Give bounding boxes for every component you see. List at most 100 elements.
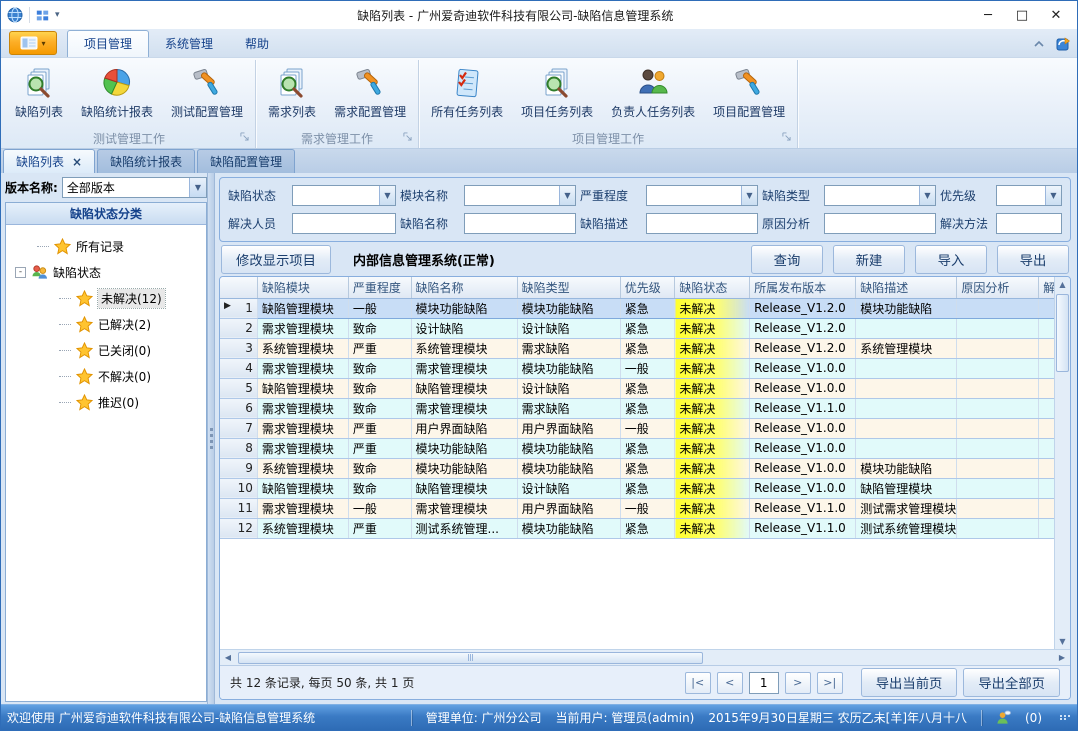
ribbon-tab[interactable]: 帮助 — [229, 31, 285, 57]
modify-display-items-button[interactable]: 修改显示项目 — [221, 245, 331, 274]
panel-splitter[interactable] — [207, 173, 215, 704]
table-cell: 模块功能缺陷 — [856, 298, 957, 318]
dropdown-caret-icon[interactable]: ▼ — [919, 186, 935, 205]
dialog-launcher-icon[interactable] — [240, 130, 249, 144]
scroll-left-icon[interactable]: ◀ — [220, 650, 236, 665]
ribbon-tab[interactable]: 系统管理 — [149, 31, 229, 57]
ribbon-button[interactable]: 项目任务列表 — [513, 62, 601, 123]
page-number-input[interactable] — [749, 672, 779, 694]
first-page-button[interactable]: |< — [685, 672, 711, 694]
ribbon-button[interactable]: 缺陷列表 — [7, 62, 71, 123]
tree-node[interactable]: 所有记录 — [10, 233, 202, 259]
column-header[interactable]: 优先级 — [620, 277, 675, 298]
filter-input[interactable] — [292, 213, 396, 234]
application-menu-button[interactable]: ▾ — [9, 31, 57, 55]
table-row[interactable]: 5缺陷管理模块致命缺陷管理模块设计缺陷紧急未解决Release_V1.0.0 — [220, 378, 1054, 398]
column-header[interactable]: 解决方法 — [1039, 277, 1054, 298]
tree-node[interactable]: 推迟(0) — [10, 389, 202, 415]
help-icon[interactable] — [1055, 36, 1071, 52]
scroll-right-icon[interactable]: ▶ — [1054, 650, 1070, 665]
close-button[interactable]: ✕ — [1039, 4, 1073, 26]
version-select[interactable]: 全部版本 ▼ — [62, 177, 207, 198]
filter-input[interactable] — [996, 213, 1062, 234]
filter-input[interactable] — [824, 213, 936, 234]
messages-person-icon[interactable] — [996, 710, 1011, 725]
table-row[interactable]: 10缺陷管理模块致命缺陷管理模块设计缺陷紧急未解决Release_V1.0.0缺… — [220, 478, 1054, 498]
resize-grip[interactable] — [1060, 715, 1071, 720]
collapse-ribbon-icon[interactable] — [1033, 40, 1045, 48]
ribbon-button[interactable]: 负责人任务列表 — [603, 62, 703, 123]
next-page-button[interactable]: > — [785, 672, 811, 694]
filter-input[interactable] — [464, 213, 576, 234]
tree-node[interactable]: 已解决(2) — [10, 311, 202, 337]
tree-node[interactable]: 不解决(0) — [10, 363, 202, 389]
column-header[interactable]: 原因分析 — [957, 277, 1039, 298]
app-globe-icon[interactable] — [7, 7, 23, 23]
column-header[interactable]: 缺陷类型 — [517, 277, 620, 298]
column-header[interactable]: 缺陷描述 — [856, 277, 957, 298]
document-tab[interactable]: 缺陷列表× — [3, 149, 95, 173]
last-page-button[interactable]: >| — [817, 672, 843, 694]
filter-select[interactable]: ▼ — [824, 185, 936, 206]
scroll-up-icon[interactable]: ▲ — [1055, 277, 1070, 292]
table-row[interactable]: 8需求管理模块严重模块功能缺陷模块功能缺陷紧急未解决Release_V1.0.0 — [220, 438, 1054, 458]
scroll-down-icon[interactable]: ▼ — [1055, 634, 1070, 649]
table-row[interactable]: 6需求管理模块致命需求管理模块需求缺陷紧急未解决Release_V1.1.0 — [220, 398, 1054, 418]
maximize-button[interactable]: □ — [1005, 4, 1039, 26]
export-current-page-button[interactable]: 导出当前页 — [861, 668, 958, 697]
filter-select[interactable]: ▼ — [464, 185, 576, 206]
version-select-caret-icon[interactable]: ▼ — [189, 178, 206, 197]
column-header[interactable]: 缺陷名称 — [411, 277, 517, 298]
tree-node[interactable]: 已关闭(0) — [10, 337, 202, 363]
tree-node[interactable]: 未解决(12) — [10, 285, 202, 311]
dropdown-caret-icon[interactable]: ▼ — [1045, 186, 1061, 205]
dropdown-caret-icon[interactable]: ▼ — [559, 186, 575, 205]
table-row[interactable]: 2需求管理模块致命设计缺陷设计缺陷紧急未解决Release_V1.2.0 — [220, 318, 1054, 338]
tree-expander[interactable]: - — [15, 267, 26, 278]
ribbon-tab[interactable]: 项目管理 — [67, 30, 149, 57]
ribbon-button[interactable]: 需求配置管理 — [326, 62, 414, 123]
filter-select[interactable]: ▼ — [996, 185, 1062, 206]
table-cell: 一般 — [620, 418, 675, 438]
table-row[interactable]: 11需求管理模块一般需求管理模块用户界面缺陷一般未解决Release_V1.1.… — [220, 498, 1054, 518]
vertical-scroll-thumb[interactable] — [1056, 294, 1069, 372]
column-header[interactable]: 缺陷模块 — [257, 277, 348, 298]
filter-select[interactable]: ▼ — [292, 185, 396, 206]
toolbar-button-新建[interactable]: 新建 — [833, 245, 905, 274]
close-tab-icon[interactable]: × — [72, 155, 82, 169]
minimize-button[interactable]: ─ — [971, 4, 1005, 26]
filter-input[interactable] — [646, 213, 758, 234]
export-all-pages-button[interactable]: 导出全部页 — [963, 668, 1060, 697]
table-row[interactable]: 3系统管理模块严重系统管理模块需求缺陷紧急未解决Release_V1.2.0系统… — [220, 338, 1054, 358]
toolbar-button-导出[interactable]: 导出 — [997, 245, 1069, 274]
column-header[interactable]: 所属发布版本 — [750, 277, 856, 298]
column-header[interactable]: 缺陷状态 — [675, 277, 750, 298]
filter-select[interactable]: ▼ — [646, 185, 758, 206]
ribbon-button[interactable]: 需求列表 — [260, 62, 324, 123]
document-tab[interactable]: 缺陷配置管理 — [197, 149, 295, 173]
dialog-launcher-icon[interactable] — [403, 130, 412, 144]
column-header[interactable]: 严重程度 — [348, 277, 411, 298]
table-row[interactable]: 12系统管理模块严重测试系统管理...模块功能缺陷紧急未解决Release_V1… — [220, 518, 1054, 538]
table-row[interactable]: 4需求管理模块致命需求管理模块模块功能缺陷一般未解决Release_V1.0.0 — [220, 358, 1054, 378]
dialog-launcher-icon[interactable] — [782, 130, 791, 144]
ribbon-button[interactable]: 项目配置管理 — [705, 62, 793, 123]
horizontal-scroll-thumb[interactable] — [238, 652, 703, 664]
horizontal-scrollbar[interactable]: ◀ ▶ — [220, 649, 1070, 665]
quick-access-grid-icon[interactable] — [36, 9, 49, 22]
ribbon-button[interactable]: 所有任务列表 — [423, 62, 511, 123]
prev-page-button[interactable]: < — [717, 672, 743, 694]
toolbar-button-导入[interactable]: 导入 — [915, 245, 987, 274]
table-row[interactable]: 9系统管理模块致命模块功能缺陷模块功能缺陷紧急未解决Release_V1.0.0… — [220, 458, 1054, 478]
ribbon-button[interactable]: 缺陷统计报表 — [73, 62, 161, 123]
dropdown-caret-icon[interactable]: ▼ — [379, 186, 395, 205]
version-label: 版本名称: — [5, 179, 58, 196]
ribbon-button[interactable]: 测试配置管理 — [163, 62, 251, 123]
table-row[interactable]: 7需求管理模块严重用户界面缺陷用户界面缺陷一般未解决Release_V1.0.0 — [220, 418, 1054, 438]
tree-node[interactable]: -缺陷状态 — [10, 259, 202, 285]
table-row[interactable]: ▶1缺陷管理模块一般模块功能缺陷模块功能缺陷紧急未解决Release_V1.2.… — [220, 298, 1054, 318]
document-tab[interactable]: 缺陷统计报表 — [97, 149, 195, 173]
toolbar-button-查询[interactable]: 查询 — [751, 245, 823, 274]
dropdown-caret-icon[interactable]: ▼ — [741, 186, 757, 205]
vertical-scrollbar[interactable]: ▲ ▼ — [1054, 277, 1070, 649]
